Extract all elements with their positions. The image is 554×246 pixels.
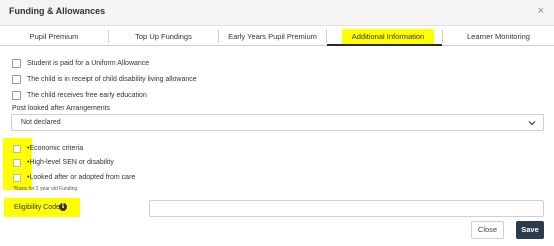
close-icon[interactable]: × (538, 5, 544, 17)
post-lac-select[interactable]: Not declared (11, 114, 544, 131)
economic-criteria-label: •Economic criteria (27, 145, 84, 152)
eligibility-code-label: Eligibility Code (14, 204, 60, 211)
tab-learner-monitoring[interactable]: Learner Monitoring (443, 27, 554, 46)
tab-early-years-pupil-premium[interactable]: Early Years Pupil Premium (219, 27, 326, 46)
looked-after-checkbox[interactable] (13, 174, 21, 182)
funding-allowances-dialog: Funding & Allowances × Pupil Premium Top… (0, 0, 554, 246)
free-early-education-checkbox[interactable] (12, 91, 21, 100)
close-button[interactable]: Close (471, 221, 504, 239)
info-icon[interactable]: i (59, 203, 67, 211)
high-level-sen-label: •High-level SEN or disability (27, 159, 114, 166)
free-early-education-label: The child receives free early education (27, 92, 147, 99)
disability-allowance-label: The child is in receipt of child disabil… (27, 76, 197, 83)
tab-bar: Pupil Premium Top Up Fundings Early Year… (0, 27, 554, 46)
chevron-down-icon (528, 121, 536, 126)
uniform-allowance-checkbox[interactable] (12, 59, 21, 68)
tab-pupil-premium[interactable]: Pupil Premium (0, 27, 108, 46)
tab-divider (326, 30, 327, 43)
tab-additional-information[interactable]: Additional Information (342, 29, 434, 44)
uniform-allowance-label: Student is paid for a Uniform Allowance (27, 60, 150, 67)
disability-allowance-checkbox[interactable] (12, 75, 21, 84)
save-button[interactable]: Save (516, 221, 544, 239)
criteria-note: *Basis for 2 year old Funding (13, 186, 78, 192)
high-level-sen-checkbox[interactable] (13, 159, 21, 167)
eligibility-code-input[interactable] (149, 200, 544, 217)
looked-after-label: •Looked after or adopted from care (27, 174, 136, 181)
active-tab-indicator (327, 44, 442, 46)
dialog-title: Funding & Allowances (9, 6, 106, 16)
post-lac-label: Post looked after Arrangements (12, 105, 111, 112)
dialog-header: Funding & Allowances × (0, 0, 554, 26)
economic-criteria-checkbox[interactable] (13, 145, 21, 153)
post-lac-selected-value: Not declared (21, 119, 61, 126)
tab-top-up-fundings[interactable]: Top Up Fundings (109, 27, 218, 46)
